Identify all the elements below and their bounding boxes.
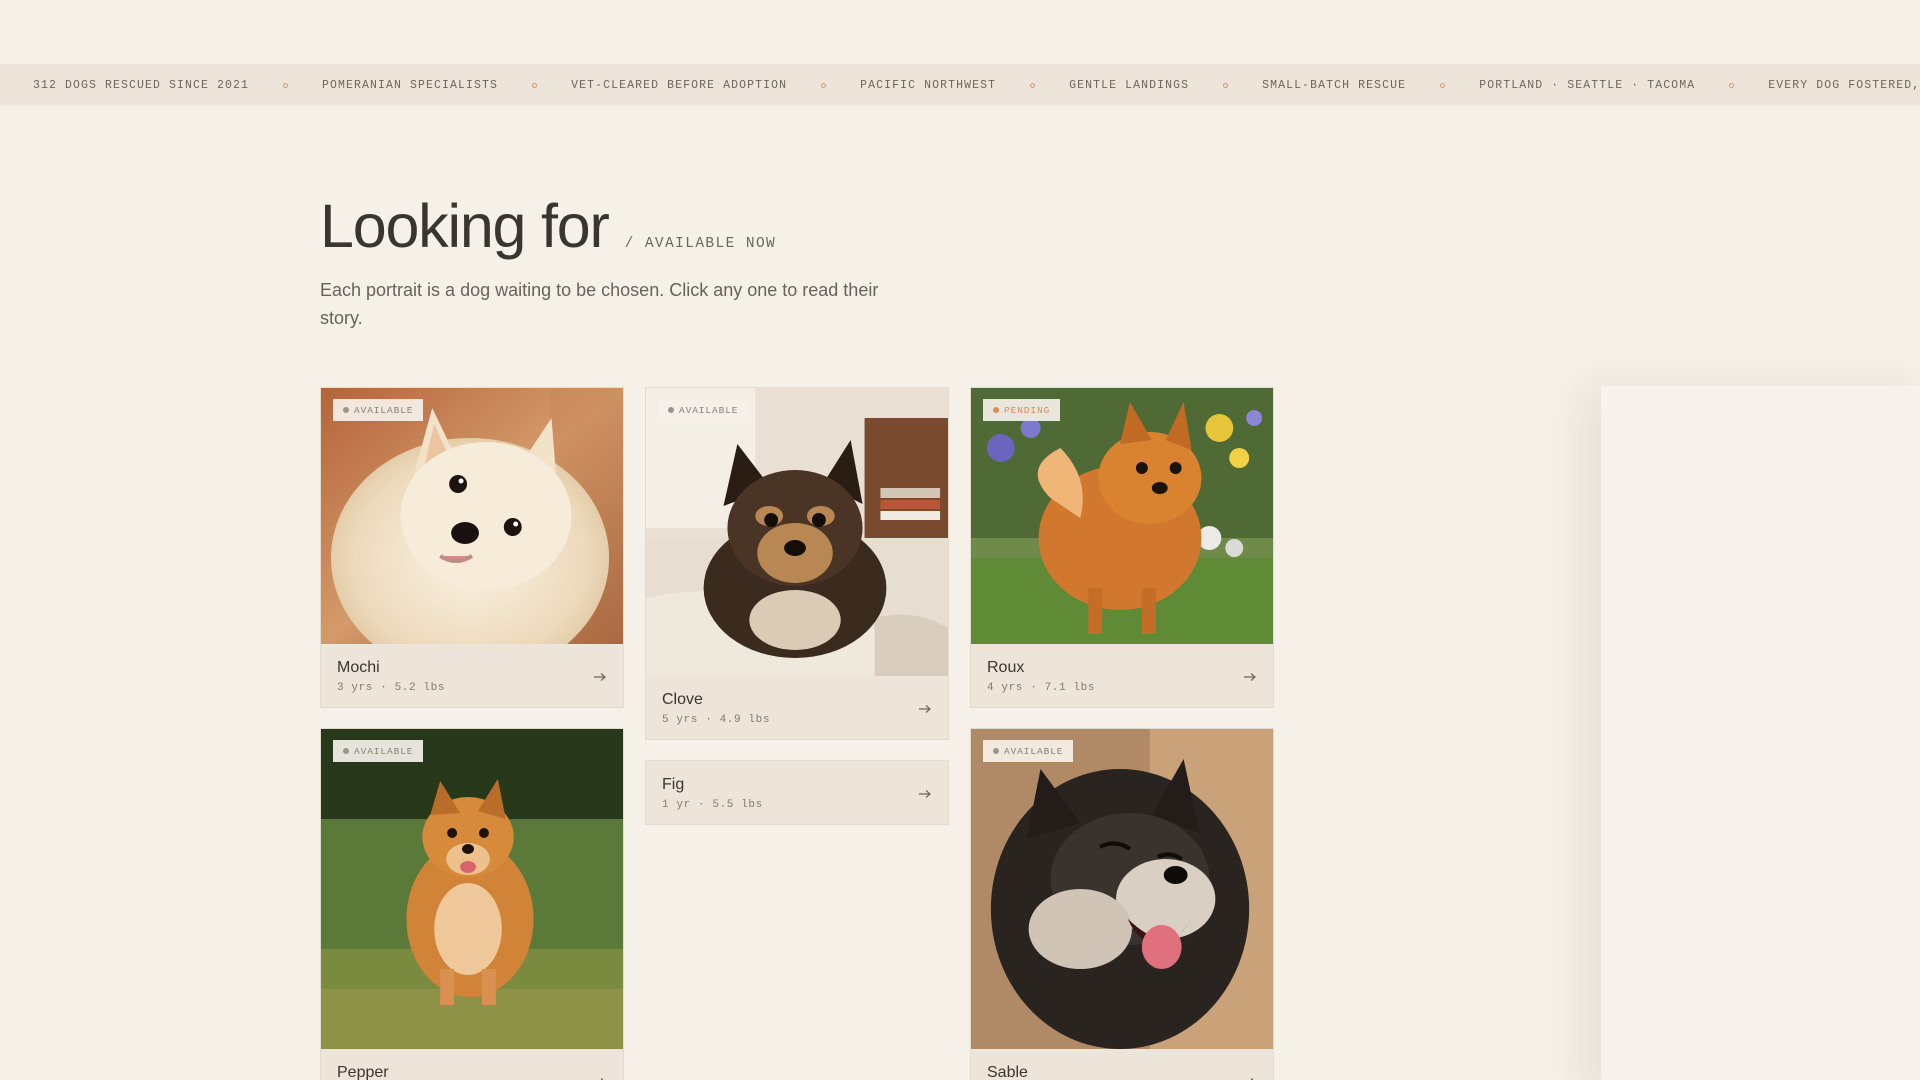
ticker-item: 312 DOGS RESCUED SINCE 2021 xyxy=(33,78,250,92)
ticker-item: PACIFIC NORTHWEST xyxy=(860,78,997,92)
dog-card-info: Clove 5 yrs · 4.9 lbs xyxy=(646,676,948,739)
ticker-separator-icon xyxy=(1223,82,1229,88)
dog-photo-illustration xyxy=(321,729,623,1049)
status-dot-icon xyxy=(343,407,349,413)
ticker-separator-icon xyxy=(532,82,538,88)
dog-name: Clove xyxy=(662,691,703,708)
dog-photo: AVAILABLE xyxy=(321,388,623,644)
dog-card-sable[interactable]: AVAILABLE Sable xyxy=(970,728,1274,1080)
status-badge: PENDING xyxy=(983,399,1061,421)
story-side-panel xyxy=(1601,386,1920,1080)
status-label: AVAILABLE xyxy=(679,404,739,416)
page: 312 DOGS RESCUED SINCE 2021 POMERANIAN S… xyxy=(0,0,1920,1080)
arrow-right-icon xyxy=(919,790,931,798)
dog-photo: PENDING xyxy=(971,388,1273,644)
dog-card-info: Mochi 3 yrs · 5.2 lbs xyxy=(321,644,623,707)
dog-photo-illustration xyxy=(321,388,623,644)
ticker-item: PORTLAND · SEATTLE · TACOMA xyxy=(1479,78,1696,92)
ticker-item: EVERY DOG FOSTERED, NOT KEPT xyxy=(1768,78,1920,92)
availability-label: / AVAILABLE NOW xyxy=(624,236,777,252)
page-subtitle: Each portrait is a dog waiting to be cho… xyxy=(320,280,879,328)
dog-name: Roux xyxy=(987,659,1025,676)
dog-age-weight: 3 yrs · 5.2 lbs xyxy=(337,682,446,694)
page-heading: Looking for / AVAILABLE NOW xyxy=(320,196,776,257)
ticker-item: GENTLE LANDINGS xyxy=(1069,78,1190,92)
dog-photo-illustration xyxy=(971,388,1273,644)
dog-photo-illustration xyxy=(971,729,1273,1049)
ticker-item: SMALL-BATCH RESCUE xyxy=(1262,78,1407,92)
status-dot-icon xyxy=(343,748,349,754)
dog-photo-illustration xyxy=(646,388,948,676)
dog-card-info: Roux 4 yrs · 7.1 lbs xyxy=(971,644,1273,707)
dog-card-info: Pepper xyxy=(321,1049,623,1080)
dog-name: Sable xyxy=(987,1064,1028,1080)
status-label: AVAILABLE xyxy=(1004,745,1064,757)
dog-card-info: Sable xyxy=(971,1049,1273,1080)
dog-photo: AVAILABLE xyxy=(971,729,1273,1049)
dog-photo: AVAILABLE xyxy=(321,729,623,1049)
status-badge: AVAILABLE xyxy=(983,740,1074,762)
ticker-separator-icon xyxy=(1729,82,1735,88)
dog-name: Fig xyxy=(662,776,685,793)
ticker-item: VET-CLEARED BEFORE ADOPTION xyxy=(571,78,788,92)
ticker-bar: 312 DOGS RESCUED SINCE 2021 POMERANIAN S… xyxy=(0,64,1920,106)
status-label: PENDING xyxy=(1004,404,1051,416)
dog-name: Pepper xyxy=(337,1064,389,1080)
arrow-right-icon xyxy=(919,705,931,713)
status-badge: AVAILABLE xyxy=(333,740,424,762)
dog-card-info: Fig 1 yr · 5.5 lbs xyxy=(646,761,948,824)
ticker-item: POMERANIAN SPECIALISTS xyxy=(322,78,499,92)
status-label: AVAILABLE xyxy=(354,745,414,757)
ticker-separator-icon xyxy=(283,82,289,88)
dog-age-weight: 5 yrs · 4.9 lbs xyxy=(662,714,771,726)
ticker-separator-icon xyxy=(1030,82,1036,88)
dog-age-weight: 4 yrs · 7.1 lbs xyxy=(987,682,1096,694)
arrow-right-icon xyxy=(594,673,606,681)
dog-name: Mochi xyxy=(337,659,380,676)
dog-card-roux[interactable]: PENDING Roux 4 yrs · 7.1 lbs xyxy=(970,387,1274,708)
status-label: AVAILABLE xyxy=(354,404,414,416)
dog-card-pepper[interactable]: AVAILABLE Pepper xyxy=(320,728,624,1080)
dog-card-mochi[interactable]: AVAILABLE Mochi 3 yrs · 5.2 lbs xyxy=(320,387,624,708)
dog-card-clove[interactable]: AVAILABLE Clove 5 yrs · 4.9 lbs xyxy=(645,387,949,740)
page-title: Looking for xyxy=(320,192,610,260)
status-badge: AVAILABLE xyxy=(333,399,424,421)
arrow-right-icon xyxy=(1244,673,1256,681)
dog-photo: AVAILABLE xyxy=(646,388,948,676)
ticker-separator-icon xyxy=(1440,82,1446,88)
dog-age-weight: 1 yr · 5.5 lbs xyxy=(662,799,763,811)
ticker-track: 312 DOGS RESCUED SINCE 2021 POMERANIAN S… xyxy=(0,79,1920,92)
ticker-separator-icon xyxy=(821,82,827,88)
status-badge: AVAILABLE xyxy=(658,399,749,421)
dog-card-fig[interactable]: Fig 1 yr · 5.5 lbs xyxy=(645,760,949,825)
status-dot-icon xyxy=(993,748,999,754)
status-dot-icon xyxy=(668,407,674,413)
status-dot-icon xyxy=(993,407,999,413)
